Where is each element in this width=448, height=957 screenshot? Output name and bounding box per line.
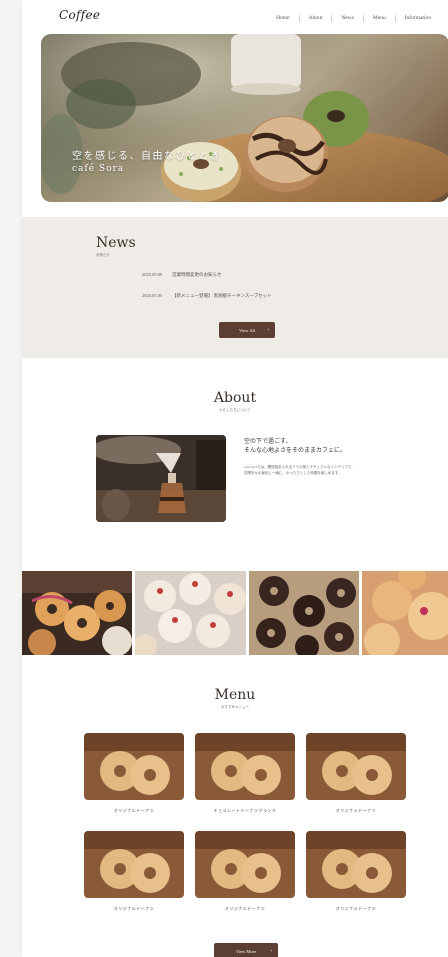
nav-information[interactable]: Information	[396, 15, 440, 22]
menu-card[interactable]: オリジナルドーナツ	[195, 831, 295, 912]
gallery-photo	[135, 571, 246, 655]
about-text: 空の下で過ごす、 そんな心地よさをそのままカフェに。 café Soraでは、開…	[244, 437, 424, 476]
menu-label: オリジナルドーナツ	[335, 808, 377, 813]
site-logo[interactable]: Coffee	[59, 8, 100, 22]
menu-label: チョコレートドーナツクランチ	[213, 808, 277, 813]
menu-card[interactable]: オリジナルドーナツ	[306, 733, 406, 814]
nav-about[interactable]: About	[300, 15, 333, 22]
news-text: 営業時間変更のお知らせ	[172, 272, 222, 277]
news-text: 【新メニュー登場】 黒胡椒チーキンスープセット	[172, 293, 272, 298]
main-nav: Home About News Menu Information	[267, 15, 440, 22]
news-item[interactable]: 2025.05.05 【新メニュー登場】 黒胡椒チーキンスープセット	[142, 293, 272, 298]
menu-label: オリジナルドーナツ	[224, 906, 266, 911]
nav-menu[interactable]: Menu	[364, 15, 396, 22]
about-photo	[96, 435, 226, 522]
menu-photo	[84, 831, 184, 898]
menu-title: Menu	[214, 687, 256, 703]
menu-subtitle: おすすめメニュー	[221, 705, 249, 709]
hero-subtitle: café Sora	[72, 164, 125, 174]
about-subtitle: わたしたちについて	[219, 408, 251, 412]
site-header: Coffee Home About News Menu Information	[22, 0, 448, 34]
gallery-photo	[249, 571, 359, 655]
view-more-label: View More	[235, 948, 257, 954]
menu-card[interactable]: オリジナルドーナツ	[306, 831, 406, 912]
news-title: News	[96, 235, 136, 251]
menu-photo	[306, 733, 406, 800]
menu-heading: Menu おすすめメニュー	[22, 687, 448, 710]
menu-photo	[84, 733, 184, 800]
hero-title: 空を感じる、自由なひととき	[72, 151, 222, 162]
news-subtitle: お知らせ	[96, 253, 110, 257]
about-body: café Soraでは、開放感あふれるテラス席とナチュラルなインテリアで、 四季…	[244, 464, 424, 476]
view-all-label: View All	[238, 327, 256, 333]
about-title: About	[213, 390, 257, 406]
arrow-right-icon: ›	[267, 327, 269, 333]
news-date: 2025.05.09	[142, 272, 163, 277]
menu-photo	[195, 831, 295, 898]
news-item[interactable]: 2025.05.09 営業時間変更のお知らせ	[142, 272, 272, 277]
menu-label: オリジナルドーナツ	[335, 906, 377, 911]
about-body-line-2: 四季折々の景色と一緒に、ゆったりとした時間を楽しめます。	[244, 471, 342, 475]
menu-photo	[195, 733, 295, 800]
view-more-button[interactable]: View More ›	[214, 943, 278, 957]
menu-label: オリジナルドーナツ	[113, 906, 155, 911]
nav-news[interactable]: News	[332, 15, 364, 22]
menu-card[interactable]: チョコレートドーナツクランチ	[195, 733, 295, 814]
nav-home[interactable]: Home	[267, 15, 300, 22]
gallery-photo	[22, 571, 132, 655]
about-catch-line-1: 空の下で過ごす、	[244, 438, 292, 445]
news-date: 2025.05.05	[142, 293, 163, 298]
menu-card[interactable]: オリジナルドーナツ	[84, 733, 184, 814]
menu-card[interactable]: オリジナルドーナツ	[84, 831, 184, 912]
hero-copy: 空を感じる、自由なひととき café Sora	[72, 150, 221, 175]
gallery-photo	[362, 571, 448, 655]
photo-gallery	[22, 571, 448, 655]
about-heading: About わたしたちについて	[22, 390, 448, 413]
hero-photo	[41, 34, 448, 202]
about-catch: 空の下で過ごす、 そんな心地よさをそのままカフェに。	[244, 437, 424, 455]
news-heading: News お知らせ	[96, 235, 136, 258]
menu-photo	[306, 831, 406, 898]
news-section: News お知らせ 2025.05.09 営業時間変更のお知らせ 2025.05…	[22, 217, 448, 358]
page: Coffee Home About News Menu Information	[22, 0, 448, 957]
view-all-button[interactable]: View All ›	[219, 322, 275, 338]
menu-label: オリジナルドーナツ	[113, 808, 155, 813]
hero-image: 空を感じる、自由なひととき café Sora	[41, 34, 448, 202]
arrow-right-icon: ›	[270, 948, 272, 954]
about-catch-line-2: そんな心地よさをそのままカフェに。	[244, 447, 347, 454]
news-list: 2025.05.09 営業時間変更のお知らせ 2025.05.05 【新メニュー…	[142, 272, 272, 314]
